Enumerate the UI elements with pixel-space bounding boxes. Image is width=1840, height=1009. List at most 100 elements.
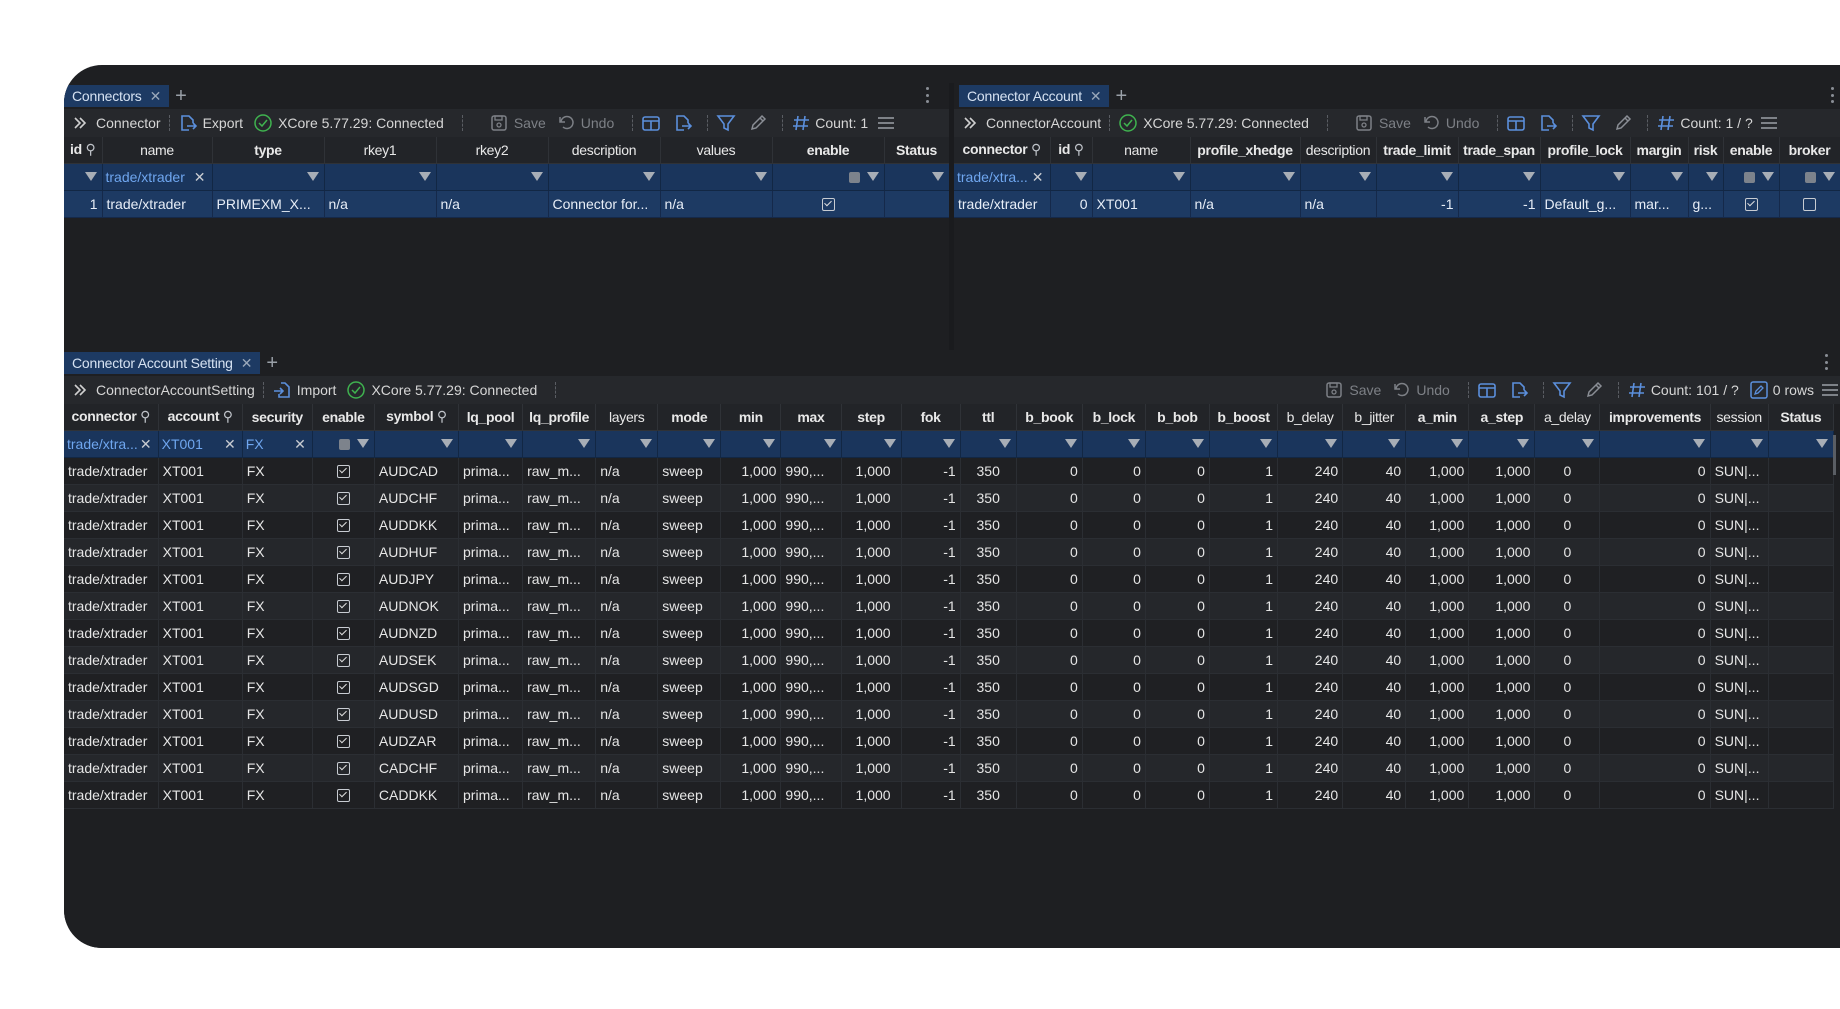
filter-funnel-icon[interactable]	[1670, 171, 1683, 181]
filter-funnel-icon[interactable]	[1750, 438, 1763, 448]
column-header-profile_xhedge[interactable]: profile_xhedge	[1190, 137, 1301, 164]
column-header-session[interactable]: session	[1710, 404, 1769, 431]
export-file-icon[interactable]	[673, 113, 693, 133]
column-header-description[interactable]: description	[548, 137, 661, 164]
table-row[interactable]: trade/xtrader XT001 FX AUDCAD prima... raw_m.…	[64, 457, 1835, 485]
filter-funnel-icon[interactable]	[441, 438, 454, 448]
column-header-b_jitter[interactable]: b_jitter	[1342, 404, 1407, 431]
edit-rows-icon[interactable]	[1749, 380, 1769, 400]
filter-cell-symbol[interactable]	[374, 430, 460, 458]
column-header-connector[interactable]: connector ⚲	[64, 404, 159, 431]
filter-funnel-icon[interactable]	[1451, 438, 1464, 448]
column-header-values[interactable]: values	[660, 137, 773, 164]
filter-funnel-icon[interactable]	[578, 438, 591, 448]
filter-funnel-icon[interactable]	[1522, 171, 1535, 181]
column-header-lq_pool[interactable]: lq_pool	[458, 404, 524, 431]
save-button[interactable]: Save	[1324, 380, 1381, 400]
column-header-profile_lock[interactable]: profile_lock	[1540, 137, 1631, 164]
filter-funnel-icon[interactable]	[763, 438, 776, 448]
filter-cell-status[interactable]	[884, 163, 949, 191]
filter-cell-b_bob[interactable]	[1145, 430, 1210, 458]
column-header-max[interactable]: max	[780, 404, 842, 431]
export-file-icon[interactable]	[1538, 113, 1558, 133]
table-row[interactable]: trade/xtrader XT001 FX AUDCHF prima... raw_m.…	[64, 484, 1835, 512]
filter-cell-lq_profile[interactable]	[522, 430, 597, 458]
column-header-b_book[interactable]: b_book	[1016, 404, 1083, 431]
filter-cell-enable[interactable]	[1723, 163, 1780, 191]
filter-icon[interactable]	[1552, 380, 1572, 400]
more-options-icon[interactable]	[1824, 354, 1828, 370]
filter-cell-b_lock[interactable]	[1082, 430, 1146, 458]
export-button[interactable]: Export	[178, 113, 243, 133]
column-header-min[interactable]: min	[720, 404, 782, 431]
filter-funnel-icon[interactable]	[883, 438, 896, 448]
cell-enable[interactable]	[772, 190, 885, 218]
column-header-lq_profile[interactable]: lq_profile	[522, 404, 597, 431]
filter-cell-trade_span[interactable]	[1458, 163, 1541, 191]
tab-connectors[interactable]: Connectors ✕	[64, 85, 170, 107]
add-tab-icon[interactable]: +	[1115, 86, 1127, 106]
filter-cell-ttl[interactable]	[960, 430, 1017, 458]
cell-enable[interactable]	[312, 538, 375, 566]
column-header-description[interactable]: description	[1300, 137, 1377, 164]
table-row[interactable]: trade/xtrader XT001 FX AUDDKK prima... raw_m.…	[64, 511, 1835, 539]
pencil-icon[interactable]	[1613, 113, 1633, 133]
cell-enable[interactable]	[312, 700, 375, 728]
import-button[interactable]: Import	[272, 380, 336, 400]
column-header-step[interactable]: step	[841, 404, 902, 431]
filter-funnel-icon[interactable]	[1064, 438, 1077, 448]
column-header-trade_span[interactable]: trade_span	[1458, 137, 1541, 164]
filter-funnel-icon[interactable]	[640, 438, 653, 448]
layout-columns-icon[interactable]	[1477, 380, 1497, 400]
filter-cell-layers[interactable]	[595, 430, 659, 458]
filter-cell-lq_pool[interactable]	[458, 430, 524, 458]
filter-cell-step[interactable]	[841, 430, 902, 458]
expand-chevrons-icon[interactable]	[70, 380, 90, 400]
column-header-type[interactable]: type	[212, 137, 325, 164]
column-header-name[interactable]: name	[1092, 137, 1191, 164]
vertical-scrollbar[interactable]	[1833, 435, 1836, 475]
layout-columns-icon[interactable]	[641, 113, 661, 133]
cell-enable[interactable]	[312, 646, 375, 674]
filter-funnel-icon[interactable]	[1388, 438, 1401, 448]
filter-cell-connector[interactable]: trade/xtra... ✕	[64, 430, 159, 458]
filter-funnel-icon[interactable]	[84, 171, 97, 181]
filter-value[interactable]: FX	[246, 436, 264, 452]
table-row[interactable]: trade/xtrader XT001 FX AUDSEK prima... raw_m.…	[64, 646, 1835, 674]
clear-filter-icon[interactable]: ✕	[140, 436, 152, 453]
expand-chevrons-icon[interactable]	[960, 113, 980, 133]
table-row[interactable]: trade/xtrader XT001 FX AUDHUF prima... raw_m.…	[64, 538, 1835, 566]
table-row[interactable]: trade/xtrader XT001 FX CADDKK prima... raw_m.…	[64, 781, 1835, 809]
filter-cell-description[interactable]	[1300, 163, 1377, 191]
filter-cell-connector[interactable]: trade/xtra... ✕	[954, 163, 1051, 191]
pencil-icon[interactable]	[748, 113, 768, 133]
filter-cell-name[interactable]	[1092, 163, 1191, 191]
filter-cell-a_step[interactable]	[1468, 430, 1536, 458]
close-icon[interactable]: ✕	[150, 88, 162, 105]
column-header-rkey1[interactable]: rkey1	[324, 137, 437, 164]
column-header-b_bob[interactable]: b_bob	[1145, 404, 1210, 431]
tab-connector-account-setting[interactable]: Connector Account Setting ✕	[64, 352, 261, 374]
filter-funnel-icon[interactable]	[1191, 438, 1204, 448]
filter-cell-a_delay[interactable]	[1534, 430, 1601, 458]
cell-enable[interactable]	[312, 457, 375, 485]
export-file-icon[interactable]	[1509, 380, 1529, 400]
cell-broker[interactable]	[1779, 190, 1840, 218]
table-row[interactable]: trade/xtrader XT001 FX AUDNOK prima... raw_m.…	[64, 592, 1835, 620]
filter-funnel-icon[interactable]	[1612, 171, 1625, 181]
checkbox-filter-icon[interactable]	[848, 171, 860, 183]
filter-cell-enable[interactable]	[772, 163, 885, 191]
column-header-b_lock[interactable]: b_lock	[1082, 404, 1146, 431]
layout-columns-icon[interactable]	[1506, 113, 1526, 133]
filter-funnel-icon[interactable]	[1822, 171, 1835, 181]
filter-funnel-icon[interactable]	[1816, 438, 1828, 448]
checkbox-checked-icon[interactable]	[336, 492, 350, 506]
column-header-layers[interactable]: layers	[595, 404, 659, 431]
filter-funnel-icon[interactable]	[823, 438, 836, 448]
filter-cell-profile_lock[interactable]	[1540, 163, 1631, 191]
filter-funnel-icon[interactable]	[306, 171, 319, 181]
column-header-trade_limit[interactable]: trade_limit	[1376, 137, 1459, 164]
checkbox-checked-icon[interactable]	[1744, 198, 1758, 212]
menu-icon[interactable]	[1759, 113, 1779, 133]
filter-funnel-icon[interactable]	[1127, 438, 1140, 448]
